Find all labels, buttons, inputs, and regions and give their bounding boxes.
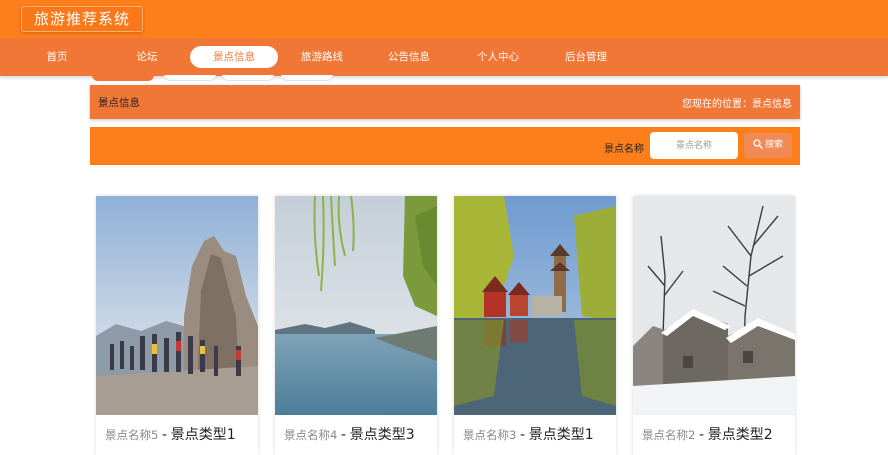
search-input[interactable]: [650, 132, 738, 159]
sub-tab[interactable]: [164, 75, 216, 81]
search-label: 景点名称: [604, 144, 644, 155]
attraction-card[interactable]: 景点名称4 - 景点类型3: [275, 196, 437, 455]
attraction-type: 景点类型1: [528, 427, 594, 443]
caption-separator: -: [161, 427, 168, 443]
nav-item-home[interactable]: 首页: [37, 46, 77, 68]
attraction-photo: [275, 196, 437, 415]
app-title[interactable]: 旅游推荐系统: [21, 6, 144, 32]
attraction-card[interactable]: 景点名称3 - 景点类型1: [454, 196, 616, 455]
sub-tab[interactable]: [222, 75, 274, 81]
attraction-name: 景点名称4: [284, 428, 338, 442]
caption-separator: -: [519, 427, 526, 443]
search-button-label: 搜索: [764, 140, 783, 150]
breadcrumb: 景点信息 您现在的位置：景点信息: [90, 85, 800, 119]
card-caption: 景点名称2 - 景点类型2: [642, 424, 773, 444]
page-title: 景点信息: [98, 97, 140, 109]
card-caption: 景点名称4 - 景点类型3: [284, 424, 415, 444]
caption-separator: -: [340, 427, 347, 443]
attraction-photo: [633, 196, 795, 415]
attraction-card[interactable]: 景点名称5 - 景点类型1: [96, 196, 258, 455]
nav-item-forum[interactable]: 论坛: [127, 46, 167, 68]
sub-tab[interactable]: [281, 75, 333, 81]
nav-item-admin[interactable]: 后台管理: [557, 46, 615, 68]
top-header: 旅游推荐系统: [0, 0, 888, 38]
attraction-type: 景点类型1: [170, 427, 236, 443]
main-nav: 首页 论坛 景点信息 旅游路线 公告信息 个人中心 后台管理: [0, 38, 888, 76]
attraction-name: 景点名称5: [105, 428, 159, 442]
card-caption: 景点名称3 - 景点类型1: [463, 424, 594, 444]
search-icon: [753, 139, 763, 149]
attraction-card[interactable]: 景点名称2 - 景点类型2: [633, 196, 795, 455]
card-caption: 景点名称5 - 景点类型1: [105, 424, 236, 444]
sub-tab[interactable]: [92, 75, 154, 81]
attraction-name: 景点名称3: [463, 428, 517, 442]
attraction-type: 景点类型3: [349, 427, 415, 443]
nav-item-profile[interactable]: 个人中心: [469, 46, 527, 68]
breadcrumb-location: 您现在的位置：景点信息: [682, 99, 792, 110]
nav-item-routes[interactable]: 旅游路线: [293, 46, 351, 68]
attraction-photo: [454, 196, 616, 415]
caption-separator: -: [698, 427, 705, 443]
attraction-photo: [96, 196, 258, 415]
nav-item-attractions[interactable]: 景点信息: [190, 46, 278, 68]
nav-item-announcements[interactable]: 公告信息: [380, 46, 438, 68]
attraction-name: 景点名称2: [642, 428, 696, 442]
search-panel: 景点名称 搜索: [90, 127, 800, 165]
search-button[interactable]: 搜索: [744, 133, 792, 158]
attraction-type: 景点类型2: [707, 427, 773, 443]
